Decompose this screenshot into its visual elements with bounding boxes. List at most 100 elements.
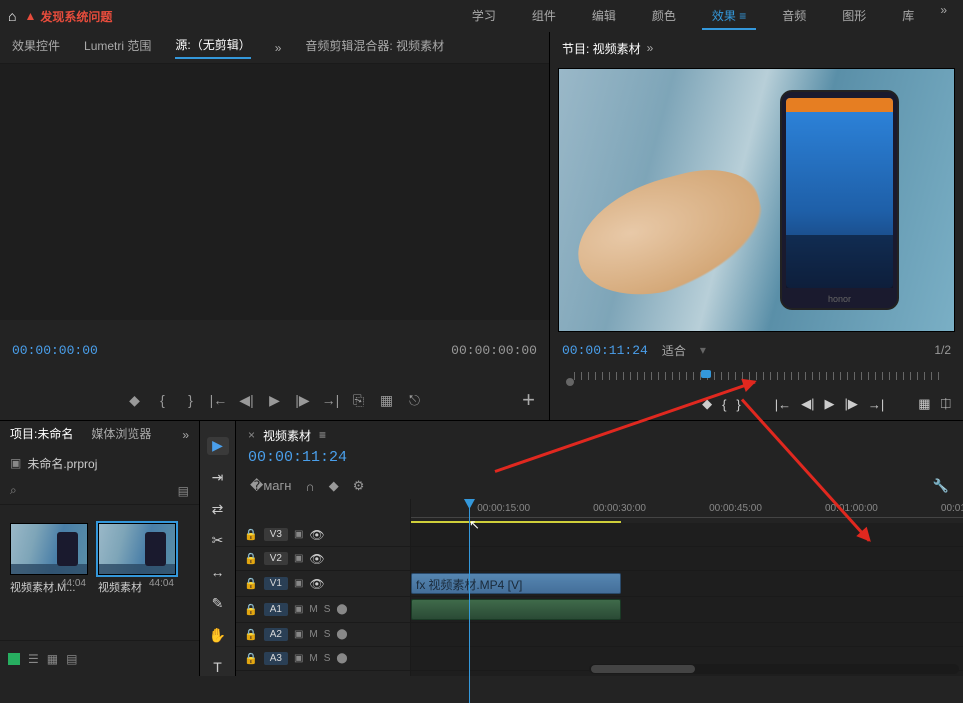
track-lane-v3[interactable]	[411, 523, 963, 547]
track-lane-a1[interactable]	[411, 597, 963, 623]
timeline-ruler[interactable]: 00:00:15:00 00:00:30:00 00:00:45:00 00:0…	[411, 499, 963, 523]
warning-text: 发现系统问题	[40, 8, 112, 25]
timeline-menu-icon[interactable]: ≡	[319, 428, 326, 442]
marker-tl-icon[interactable]: ◆	[329, 478, 339, 494]
step-back-icon[interactable]: ◀|	[237, 390, 257, 410]
timeline-timecode[interactable]: 00:00:11:24	[248, 449, 347, 466]
audio-clip[interactable]	[411, 599, 621, 620]
workspace-assembly[interactable]: 组件	[522, 3, 566, 30]
play-icon[interactable]: ▶	[265, 390, 285, 410]
selection-tool-icon[interactable]: ▶	[207, 437, 229, 455]
prog-extract-icon[interactable]: ⎅	[941, 396, 951, 412]
project-item-0[interactable]: 44:04 视频素材.M...	[10, 523, 88, 595]
ripple-edit-tool-icon[interactable]: ⇄	[207, 500, 229, 518]
step-fwd-icon[interactable]: |▶	[293, 390, 313, 410]
tab-source-monitor[interactable]: 源:（无剪辑）	[175, 36, 250, 59]
program-overflow-icon[interactable]: »	[647, 41, 654, 55]
insert-icon[interactable]: ⎘	[349, 390, 369, 410]
tab-media-browser[interactable]: 媒体浏览器	[91, 425, 151, 446]
search-icon[interactable]: ⌕	[10, 483, 17, 498]
track-lane-v1[interactable]: fx视频素材.MP4 [V]	[411, 571, 963, 597]
linked-selection-icon[interactable]: ∩	[305, 479, 314, 494]
go-to-out-icon[interactable]: →|	[321, 390, 341, 410]
track-select-tool-icon[interactable]: ⇥	[207, 469, 229, 487]
mark-in-icon[interactable]: {	[153, 390, 173, 410]
workspace-audio[interactable]: 音频	[772, 3, 816, 30]
track-header-v3[interactable]: 🔒V3▣👁	[236, 523, 410, 547]
timeline-h-scrollbar[interactable]	[589, 664, 959, 674]
clip-label: 视频素材.MP4 [V]	[428, 576, 522, 593]
clip-duration: 44:04	[61, 578, 86, 589]
source-timecode-in[interactable]: 00:00:00:00	[12, 343, 98, 358]
project-filename: 未命名.prproj	[27, 455, 97, 472]
freeform-view-icon[interactable]: ▤	[66, 652, 77, 666]
workspace-library[interactable]: 库	[892, 3, 924, 30]
program-scrubber[interactable]	[560, 364, 953, 388]
prog-play-icon[interactable]: ▶	[825, 396, 835, 412]
prog-marker-icon[interactable]: ◆	[702, 396, 712, 412]
hand-tool-icon[interactable]: ✋	[207, 627, 229, 645]
prog-mark-out-icon[interactable]: }	[736, 397, 740, 412]
workspace-color[interactable]: 颜色	[642, 3, 686, 30]
program-timecode[interactable]: 00:00:11:24	[562, 343, 648, 358]
track-header-master[interactable]: 🔒主声道0.0	[236, 671, 410, 676]
overwrite-icon[interactable]: ▦	[377, 390, 397, 410]
home-icon[interactable]: ⌂	[8, 8, 16, 24]
workspace-effects[interactable]: 效果	[702, 3, 756, 30]
track-header-a2[interactable]: 🔒A2▣MS⬤	[236, 623, 410, 647]
tab-effect-controls[interactable]: 效果控件	[12, 37, 60, 58]
tab-project[interactable]: 项目:未命名	[10, 425, 73, 446]
tab-audio-clip-mixer[interactable]: 音频剪辑混合器: 视频素材	[305, 37, 444, 58]
phone-brand-label: honor	[782, 294, 897, 304]
wrench-icon[interactable]: 🔧	[933, 478, 949, 494]
prog-lift-icon[interactable]: ▦	[918, 396, 930, 412]
source-overflow-icon[interactable]: »	[275, 41, 282, 55]
filter-bin-icon[interactable]: ▤	[178, 484, 189, 498]
go-to-folder-icon[interactable]	[8, 653, 20, 665]
track-header-v1[interactable]: 🔒V1▣👁	[236, 571, 410, 597]
prog-step-back-icon[interactable]: ◀|	[801, 396, 814, 412]
list-view-icon[interactable]: ☰	[28, 652, 39, 666]
prog-step-fwd-icon[interactable]: |▶	[845, 396, 858, 412]
settings-tl-icon[interactable]: ⚙	[353, 478, 365, 494]
project-overflow-icon[interactable]: »	[182, 428, 189, 442]
zoom-fit-dropdown[interactable]: 适合	[662, 342, 686, 359]
mark-out-icon[interactable]: }	[181, 390, 201, 410]
pen-tool-icon[interactable]: ✎	[207, 595, 229, 613]
track-header-v2[interactable]: 🔒V2▣👁	[236, 547, 410, 571]
video-clip[interactable]: fx视频素材.MP4 [V]	[411, 573, 621, 594]
track-lane-v2[interactable]	[411, 547, 963, 571]
system-warning[interactable]: ▲ 发现系统问题	[24, 8, 112, 25]
workspace-overflow-icon[interactable]: »	[940, 3, 947, 30]
prog-go-in-icon[interactable]: |←	[775, 397, 791, 412]
page-indicator: 1/2	[934, 343, 951, 357]
track-header-a3[interactable]: 🔒A3▣MS⬤	[236, 647, 410, 671]
marker-icon[interactable]: ◆	[125, 390, 145, 410]
scrubber-thumb-icon[interactable]	[701, 370, 711, 378]
video-content	[564, 156, 776, 311]
prog-go-out-icon[interactable]: →|	[868, 397, 884, 412]
slip-tool-icon[interactable]: ↔	[207, 564, 229, 582]
program-monitor-viewport[interactable]: honor	[558, 68, 955, 332]
icon-view-icon[interactable]: ▦	[47, 652, 58, 666]
timeline-sequence-tab[interactable]: 视频素材	[263, 427, 311, 444]
add-button-icon[interactable]: +	[522, 387, 535, 413]
go-to-in-icon[interactable]: |←	[209, 390, 229, 410]
track-lane-a2[interactable]	[411, 623, 963, 647]
track-header-a1[interactable]: 🔒A1▣MS⬤	[236, 597, 410, 623]
prog-mark-in-icon[interactable]: {	[722, 397, 726, 412]
snap-icon[interactable]: �магн	[250, 478, 291, 494]
workspace-graphics[interactable]: 图形	[832, 3, 876, 30]
timeline-close-icon[interactable]: ×	[248, 428, 255, 442]
razor-tool-icon[interactable]: ✂	[207, 532, 229, 550]
source-timecode-out: 00:00:00:00	[451, 343, 537, 358]
workspace-learn[interactable]: 学习	[462, 3, 506, 30]
export-frame-icon[interactable]: ⎋	[405, 390, 425, 410]
tab-lumetri-scopes[interactable]: Lumetri 范围	[84, 37, 151, 58]
type-tool-icon[interactable]: T	[207, 658, 229, 676]
clip-duration: 44:04	[149, 578, 174, 589]
tab-program-monitor[interactable]: 节目: 视频素材	[562, 40, 641, 57]
workspace-edit[interactable]: 编辑	[582, 3, 626, 30]
fx-badge-icon: fx	[416, 578, 425, 592]
project-item-1[interactable]: 44:04 视频素材	[98, 523, 176, 595]
